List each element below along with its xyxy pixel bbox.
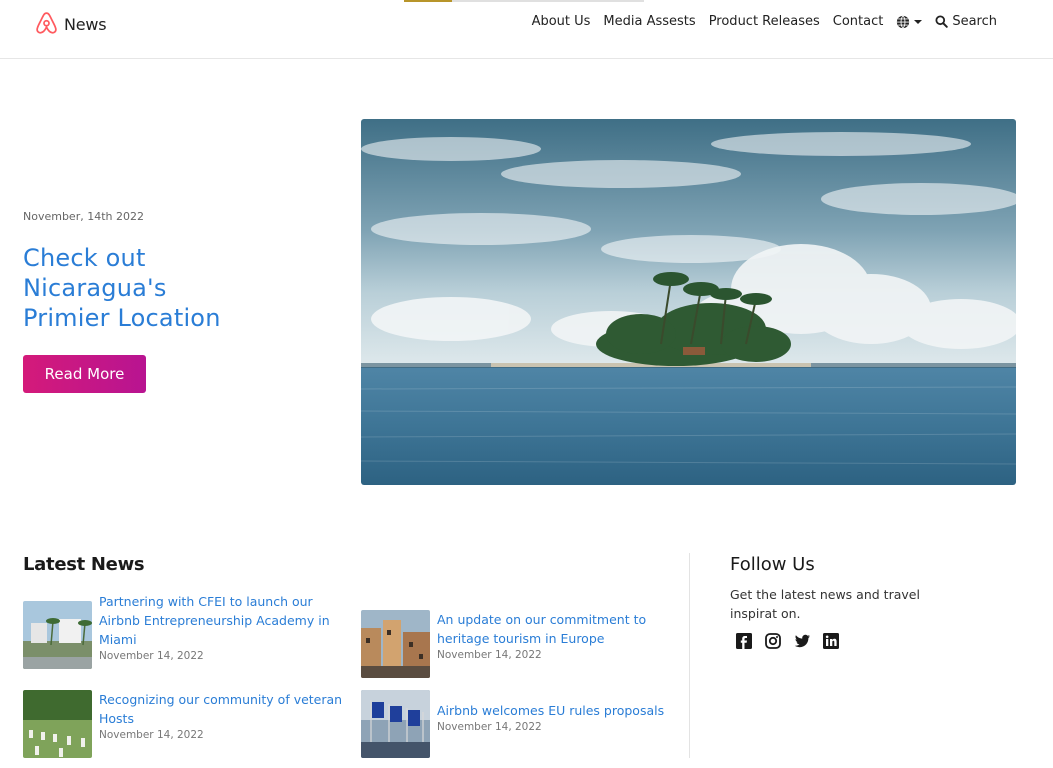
- hero-date: November, 14th 2022: [23, 210, 144, 223]
- nav-contact[interactable]: Contact: [833, 14, 884, 29]
- hero-image[interactable]: [361, 119, 1016, 485]
- hero-title[interactable]: Check out Nicaragua's Primier Location: [23, 243, 323, 333]
- chevron-down-icon: [914, 19, 923, 24]
- instagram-icon[interactable]: [764, 632, 782, 650]
- scroll-progress-bar: [404, 0, 644, 2]
- nav-media-assets[interactable]: Media Assests: [603, 14, 695, 29]
- news-title[interactable]: Airbnb welcomes EU rules proposals: [437, 701, 677, 720]
- nav-product-releases[interactable]: Product Releases: [709, 14, 820, 29]
- language-selector[interactable]: [896, 15, 923, 29]
- news-title[interactable]: Partnering with CFEI to launch our Airbn…: [99, 592, 343, 649]
- news-item[interactable]: Partnering with CFEI to launch our Airbn…: [23, 592, 343, 669]
- news-item[interactable]: Airbnb welcomes EU rules proposals Novem…: [361, 690, 681, 758]
- follow-us-text: Get the latest news and travel inspirat …: [730, 587, 920, 621]
- news-thumbnail[interactable]: [23, 690, 92, 758]
- news-item[interactable]: An update on our commitment to heritage …: [361, 610, 681, 678]
- twitter-icon[interactable]: [793, 632, 811, 650]
- news-title[interactable]: An update on our commitment to heritage …: [437, 610, 677, 648]
- facebook-icon[interactable]: [735, 632, 753, 650]
- search-label: Search: [952, 14, 997, 29]
- news-title[interactable]: Recognizing our community of veteran Hos…: [99, 690, 343, 728]
- column-divider: [689, 553, 690, 758]
- airbnb-logo-icon: [34, 10, 59, 39]
- news-date: November 14, 2022: [437, 721, 542, 733]
- news-thumbnail[interactable]: [361, 610, 430, 678]
- scroll-progress-fill: [404, 0, 452, 2]
- hero-text: November, 14th 2022 Check out Nicaragua'…: [23, 210, 323, 333]
- hero-title-line: Primier Location: [23, 304, 221, 332]
- search-button[interactable]: Search: [935, 14, 997, 29]
- globe-icon: [897, 15, 910, 28]
- news-thumbnail[interactable]: [361, 690, 430, 758]
- follow-us-heading: Follow Us: [730, 554, 815, 575]
- news-date: November 14, 2022: [99, 650, 204, 662]
- nav-about-us[interactable]: About Us: [532, 14, 591, 29]
- logo[interactable]: News: [34, 10, 107, 39]
- main-nav: About Us Media Assests Product Releases …: [532, 14, 997, 29]
- news-thumbnail[interactable]: [23, 601, 92, 669]
- news-date: November 14, 2022: [437, 649, 542, 661]
- site-header: News About Us Media Assests Product Rele…: [0, 0, 1053, 59]
- news-date: November 14, 2022: [99, 729, 204, 741]
- news-item[interactable]: Recognizing our community of veteran Hos…: [23, 690, 343, 758]
- social-links: [735, 632, 840, 650]
- latest-news-heading: Latest News: [23, 554, 145, 575]
- hero-title-line: Check out: [23, 244, 146, 272]
- read-more-button[interactable]: Read More: [23, 355, 146, 393]
- search-icon: [935, 15, 949, 28]
- logo-text: News: [64, 15, 107, 34]
- hero-title-line: Nicaragua's: [23, 274, 167, 302]
- linkedin-icon[interactable]: [822, 632, 840, 650]
